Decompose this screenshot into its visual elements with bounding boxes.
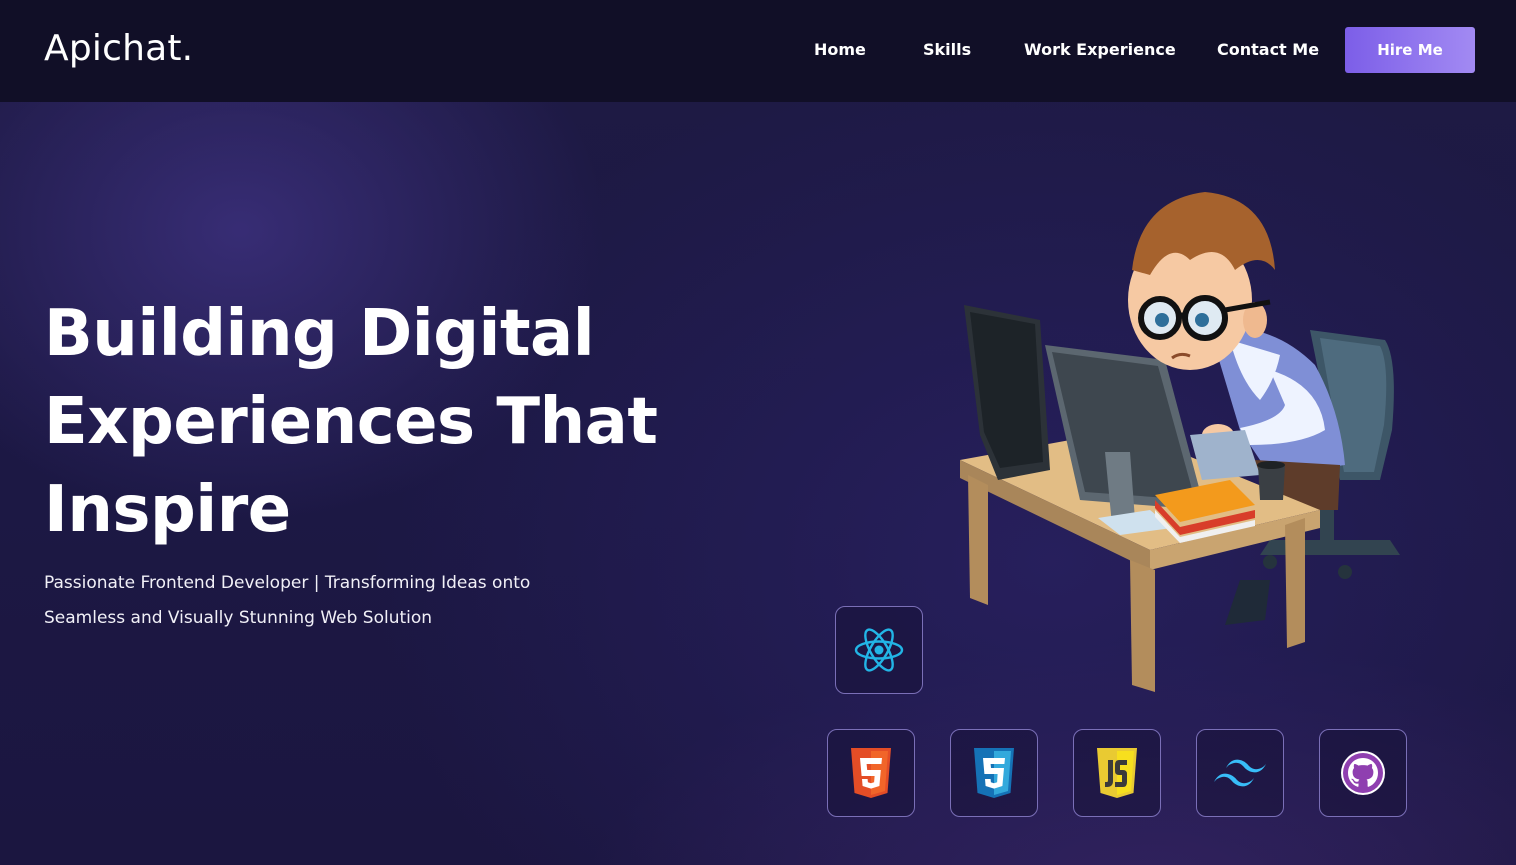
github-icon xyxy=(1341,751,1385,795)
logo[interactable]: Apichat. xyxy=(44,28,193,69)
skill-tile-tailwind[interactable] xyxy=(1196,729,1284,817)
skill-tile-react[interactable] xyxy=(835,606,923,694)
coffee-mug xyxy=(1258,465,1285,500)
hero-subtitle-line-2: Seamless and Visually Stunning Web Solut… xyxy=(44,608,433,628)
desk-leg xyxy=(1130,560,1155,692)
javascript-icon xyxy=(1097,748,1137,798)
chair-base xyxy=(1260,540,1400,555)
nav-work-experience[interactable]: Work Experience xyxy=(1024,40,1176,59)
nav-contact-me[interactable]: Contact Me xyxy=(1217,40,1319,59)
css3-icon xyxy=(974,748,1014,798)
developer-illustration xyxy=(960,192,1400,692)
tailwind-icon xyxy=(1214,759,1266,787)
hero-subtitle: Passionate Frontend Developer | Transfor… xyxy=(44,566,604,636)
html5-icon xyxy=(851,748,891,798)
shoe xyxy=(1225,580,1270,625)
skill-tile-github[interactable] xyxy=(1319,729,1407,817)
hero-subtitle-line-1: Passionate Frontend Developer | Transfor… xyxy=(44,573,531,593)
hero-title: Building Digital Experiences That Inspir… xyxy=(44,297,658,547)
skill-tile-html5[interactable] xyxy=(827,729,915,817)
site-header: Apichat. Home Skills Work Experience Con… xyxy=(0,0,1516,102)
hire-me-button[interactable]: Hire Me xyxy=(1345,27,1475,73)
react-icon xyxy=(854,628,904,672)
skill-tile-javascript[interactable] xyxy=(1073,729,1161,817)
nav-skills[interactable]: Skills xyxy=(923,40,971,59)
skill-tile-css3[interactable] xyxy=(950,729,1038,817)
nav-home[interactable]: Home xyxy=(814,40,866,59)
